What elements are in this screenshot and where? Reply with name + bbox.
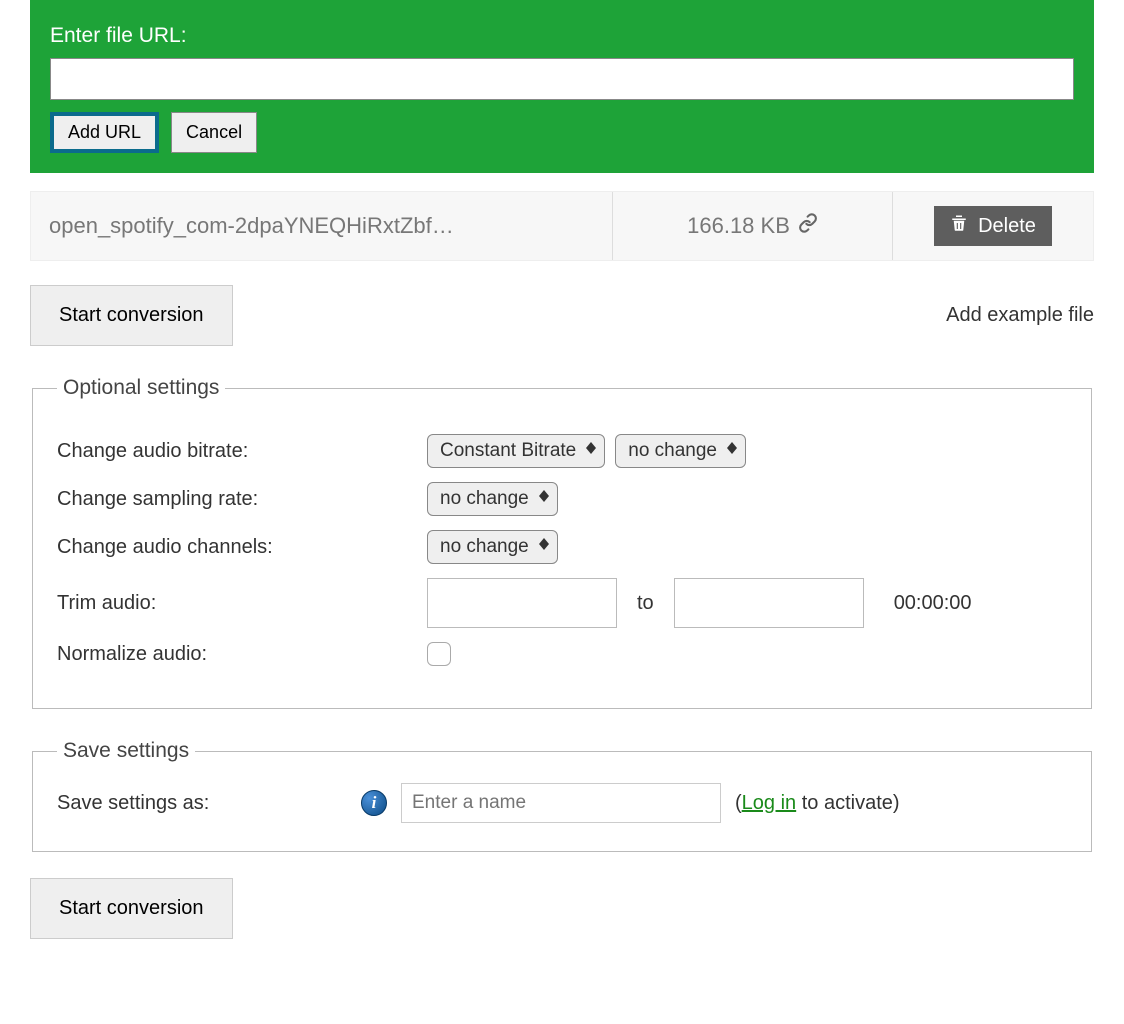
save-settings-legend: Save settings [57, 739, 195, 763]
add-example-file-link[interactable]: Add example file [946, 304, 1094, 327]
login-link[interactable]: Log in [742, 792, 797, 814]
save-settings-fieldset: Save settings Save settings as: i (Log i… [32, 739, 1092, 852]
info-icon[interactable]: i [361, 790, 387, 816]
channels-label: Change audio channels: [57, 536, 427, 559]
channels-select[interactable]: no change [427, 530, 558, 564]
enter-url-panel: Enter file URL: Add URL Cancel [30, 4, 1094, 173]
file-name: open_spotify_com-2dpaYNEQHiRxtZbf… [31, 192, 613, 260]
login-hint: (Log in to activate) [735, 792, 900, 815]
file-size: 166.18 KB [687, 213, 790, 239]
delete-label: Delete [978, 215, 1036, 238]
optional-settings-fieldset: Optional settings Change audio bitrate: … [32, 376, 1092, 709]
delete-button[interactable]: Delete [934, 206, 1052, 246]
save-settings-label: Save settings as: [57, 792, 347, 815]
start-conversion-button-bottom[interactable]: Start conversion [30, 878, 233, 939]
trim-duration: 00:00:00 [894, 592, 972, 615]
enter-url-label: Enter file URL: [50, 24, 1074, 48]
cancel-button[interactable]: Cancel [171, 112, 257, 153]
add-url-button[interactable]: Add URL [50, 112, 159, 153]
url-input[interactable] [50, 58, 1074, 100]
file-row: open_spotify_com-2dpaYNEQHiRxtZbf… 166.1… [30, 191, 1094, 261]
trim-from-input[interactable] [427, 578, 617, 628]
sampling-label: Change sampling rate: [57, 488, 427, 511]
optional-settings-legend: Optional settings [57, 376, 225, 400]
trim-to-input[interactable] [674, 578, 864, 628]
trim-label: Trim audio: [57, 592, 427, 615]
trim-to-text: to [637, 592, 654, 615]
normalize-checkbox[interactable] [427, 642, 451, 666]
link-icon [798, 213, 818, 239]
file-size-cell: 166.18 KB [613, 192, 893, 260]
bitrate-value-select[interactable]: no change [615, 434, 746, 468]
bitrate-mode-select[interactable]: Constant Bitrate [427, 434, 605, 468]
save-settings-input[interactable] [401, 783, 721, 823]
start-conversion-button-top[interactable]: Start conversion [30, 285, 233, 346]
trash-icon [950, 214, 968, 238]
bitrate-label: Change audio bitrate: [57, 440, 427, 463]
sampling-select[interactable]: no change [427, 482, 558, 516]
normalize-label: Normalize audio: [57, 643, 427, 666]
